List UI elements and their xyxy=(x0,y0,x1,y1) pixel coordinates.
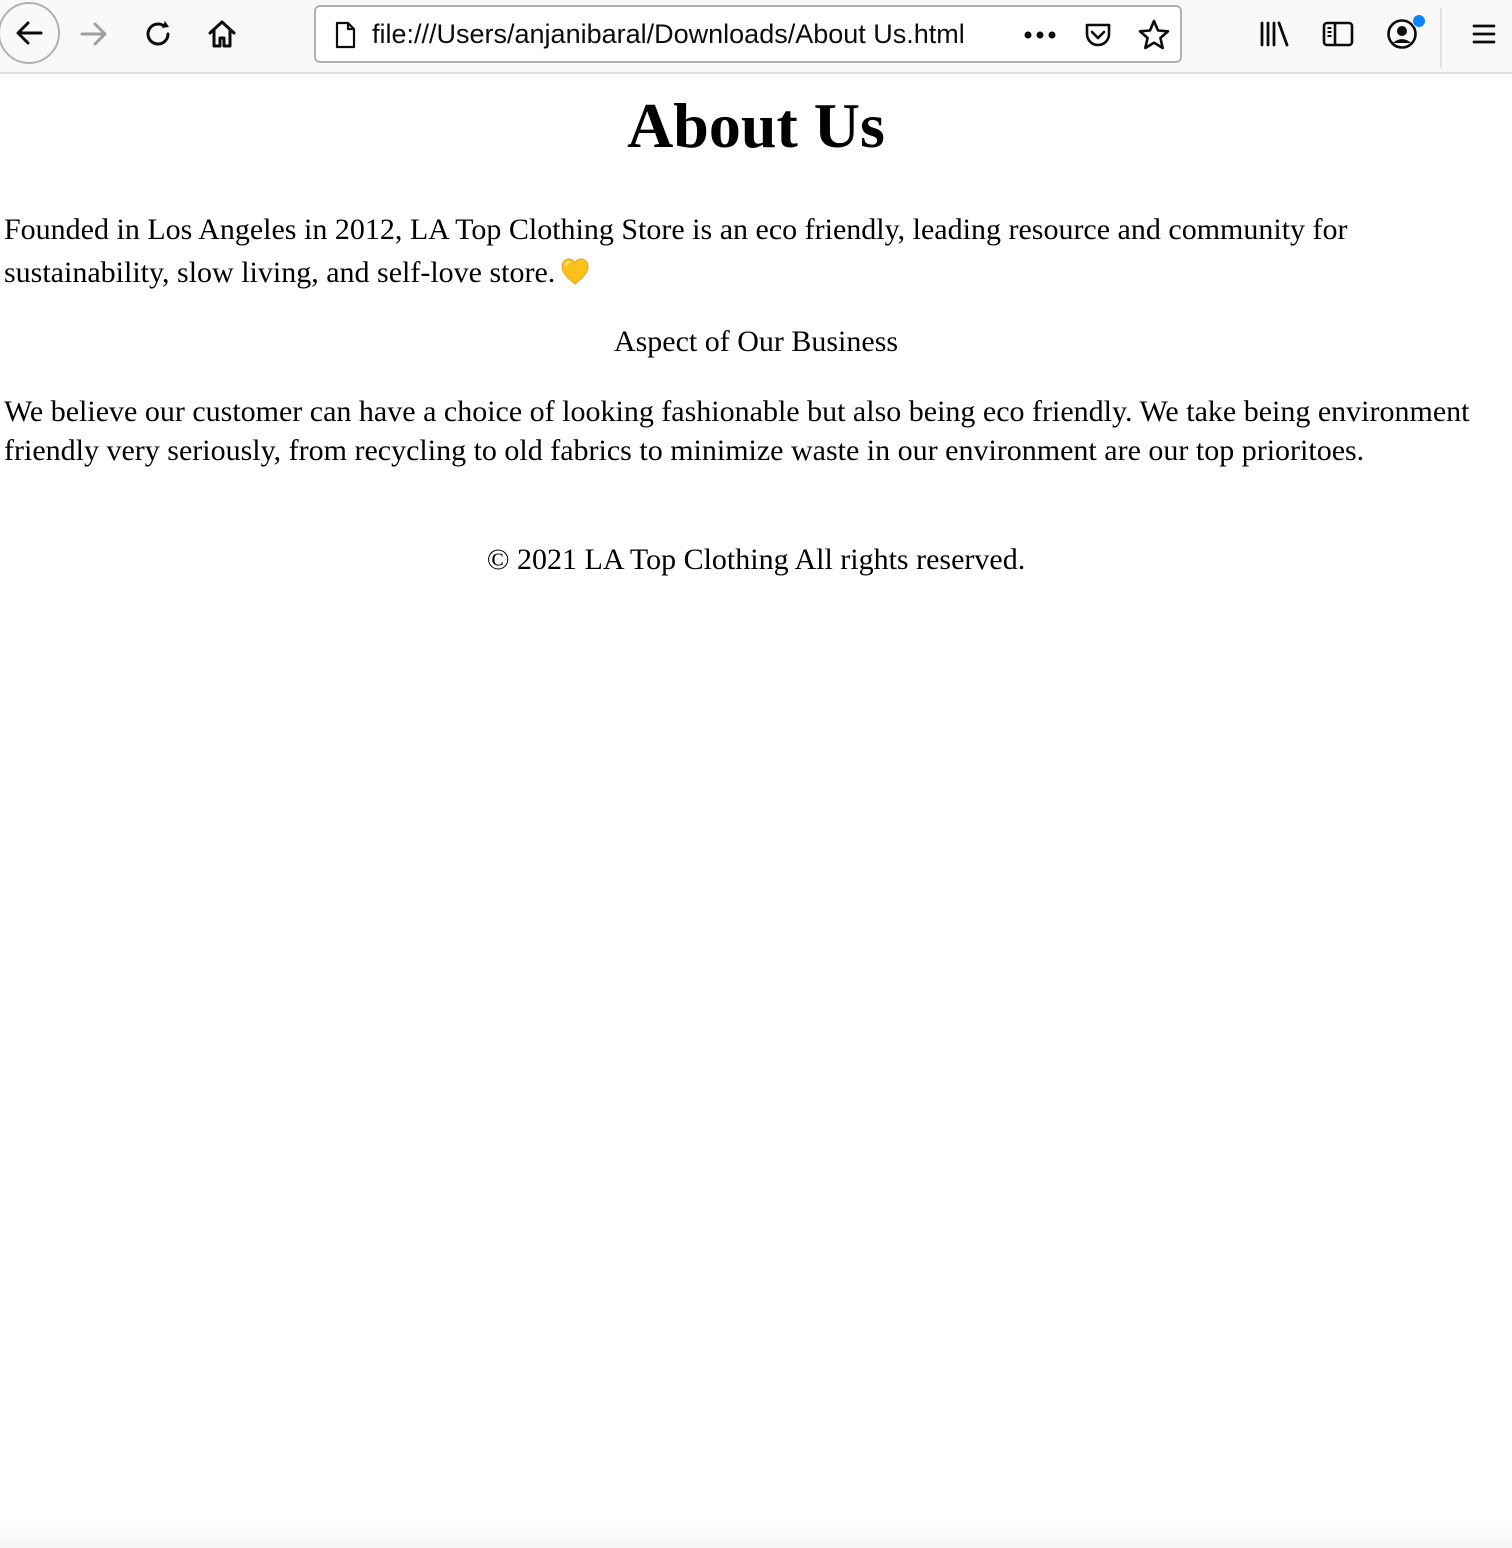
page-icon xyxy=(335,21,356,49)
home-icon xyxy=(208,20,236,48)
intro-paragraph: Founded in Los Angeles in 2012, LA Top C… xyxy=(4,208,1504,294)
star-icon xyxy=(1138,19,1170,50)
hamburger-menu-icon xyxy=(1472,24,1496,44)
business-paragraph: We believe our customer can have a choic… xyxy=(4,395,1470,467)
page-content: About Us Founded in Los Angeles in 2012,… xyxy=(0,76,1512,576)
more-dots-icon xyxy=(1024,31,1056,39)
url-text[interactable]: file:///Users/anjanibaral/Downloads/Abou… xyxy=(372,7,1022,61)
back-arrow-icon xyxy=(16,21,43,45)
toolbar-separator xyxy=(1440,8,1442,68)
window-bottom-edge xyxy=(0,1518,1512,1548)
library-button[interactable] xyxy=(1252,12,1296,56)
forward-arrow-icon xyxy=(80,22,107,46)
reload-button[interactable] xyxy=(136,12,180,56)
url-bar[interactable]: file:///Users/anjanibaral/Downloads/Abou… xyxy=(314,5,1182,63)
copyright-footer: © 2021 LA Top Clothing All rights reserv… xyxy=(486,543,1026,576)
home-button[interactable] xyxy=(200,12,244,56)
yellow-heart-icon xyxy=(561,258,589,285)
page-actions-button[interactable] xyxy=(1020,17,1060,53)
pocket-button[interactable] xyxy=(1078,17,1118,53)
reload-icon xyxy=(146,21,170,46)
browser-toolbar: file:///Users/anjanibaral/Downloads/Abou… xyxy=(0,0,1512,74)
sidebar-toggle-button[interactable] xyxy=(1316,12,1360,56)
library-icon xyxy=(1260,21,1289,47)
notification-dot xyxy=(1412,14,1426,28)
back-button[interactable] xyxy=(0,2,60,64)
pocket-icon xyxy=(1085,23,1111,47)
page-title: About Us xyxy=(627,90,885,161)
forward-button[interactable] xyxy=(72,12,116,56)
menu-button[interactable] xyxy=(1462,12,1506,56)
sidebar-icon xyxy=(1322,21,1354,47)
section-heading: Aspect of Our Business xyxy=(613,325,899,358)
bookmark-star-button[interactable] xyxy=(1134,17,1174,53)
intro-text: Founded in Los Angeles in 2012, LA Top C… xyxy=(4,213,1348,289)
